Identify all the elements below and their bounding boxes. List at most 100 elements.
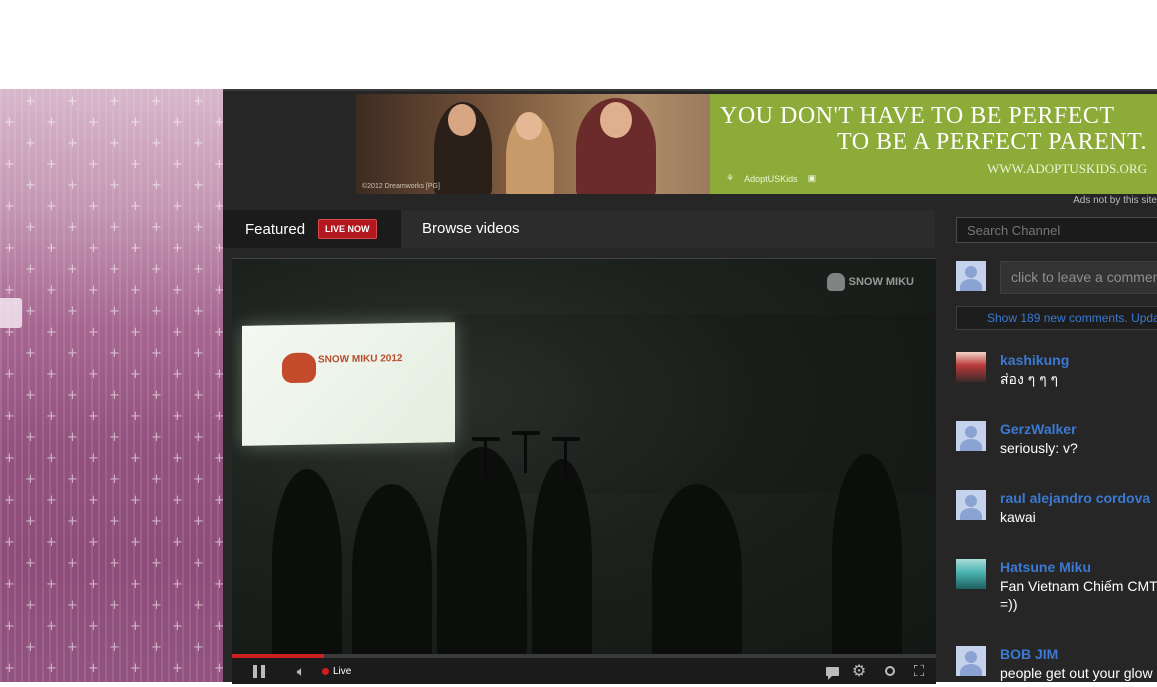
- comment-text: kawai: [1000, 509, 1036, 525]
- audience-figure: [352, 484, 432, 655]
- stage-chair: [564, 439, 567, 479]
- background-plus-pattern: +: [109, 304, 120, 319]
- comment-input[interactable]: click to leave a comment: [1000, 261, 1157, 294]
- gear-icon[interactable]: ⚙: [850, 662, 868, 680]
- live-label: Live: [333, 665, 352, 677]
- background-plus-pattern: +: [130, 157, 141, 172]
- background-plus-pattern: +: [193, 304, 204, 319]
- video-frame[interactable]: SNOW MIKU 2012 SNOW MIKU: [232, 258, 936, 655]
- ad-seal-icon: ⚘: [726, 173, 735, 183]
- audience-figure: [272, 469, 342, 655]
- background-plus-pattern: +: [214, 535, 223, 550]
- background-plus-pattern: +: [151, 220, 162, 235]
- background-plus-pattern: +: [109, 346, 120, 361]
- background-plus-pattern: +: [214, 577, 223, 592]
- background-plus-pattern: +: [193, 388, 204, 403]
- background-plus-pattern: +: [25, 262, 36, 277]
- comment-text: ส่อง ๆ ๆ ๆ: [1000, 371, 1059, 387]
- background-plus-pattern: +: [214, 241, 223, 256]
- ad-figure: [516, 112, 542, 140]
- background-plus-pattern: +: [214, 115, 223, 130]
- background-plus-pattern: +: [130, 619, 141, 634]
- background-plus-pattern: +: [193, 598, 204, 613]
- background-plus-pattern: +: [130, 325, 141, 340]
- background-plus-pattern: +: [172, 535, 183, 550]
- background-plus-pattern: +: [130, 409, 141, 424]
- background-plus-pattern: +: [88, 241, 99, 256]
- background-plus-pattern: +: [151, 136, 162, 151]
- comment-username[interactable]: GerzWalker: [1000, 421, 1077, 437]
- background-plus-pattern: +: [151, 262, 162, 277]
- background-plus-pattern: +: [88, 535, 99, 550]
- background-plus-pattern: +: [67, 262, 78, 277]
- background-plus-pattern: +: [130, 451, 141, 466]
- background-plus-pattern: +: [25, 178, 36, 193]
- avatar[interactable]: [956, 421, 986, 451]
- chat-panel: click to leave a comment Show 189 new co…: [956, 217, 1157, 687]
- background-plus-pattern: +: [172, 199, 183, 214]
- background-plus-pattern: +: [4, 115, 15, 130]
- ad-figure: [448, 104, 476, 136]
- background-plus-pattern: +: [88, 199, 99, 214]
- background-plus-pattern: +: [46, 157, 57, 172]
- avatar[interactable]: [956, 352, 986, 382]
- ads-disclaimer[interactable]: Ads not by this site: [1073, 195, 1157, 206]
- background-plus-pattern: +: [214, 325, 223, 340]
- comment-username[interactable]: Hatsune Miku: [1000, 559, 1091, 575]
- background-plus-pattern: +: [193, 220, 204, 235]
- background-plus-pattern: +: [67, 178, 78, 193]
- background-plus-pattern: +: [130, 115, 141, 130]
- chat-bubble-icon[interactable]: [823, 662, 841, 680]
- channel-background: + + + + + + + + + + + + + + + + + + + + + + + + + + + + + + + + + + + + + + + +…: [0, 89, 223, 682]
- tab-browse-videos[interactable]: Browse videos: [422, 220, 520, 237]
- player-controls: 🔈︎ Live ⚙ ⛶: [232, 658, 936, 684]
- comment-username[interactable]: kashikung: [1000, 352, 1069, 368]
- avatar[interactable]: [956, 559, 986, 589]
- comment-username[interactable]: raul alejandro cordova: [1000, 490, 1150, 506]
- search-channel-input[interactable]: [956, 217, 1157, 243]
- background-plus-pattern: +: [130, 577, 141, 592]
- background-plus-pattern: +: [172, 325, 183, 340]
- video-player[interactable]: SNOW MIKU 2012 SNOW MIKU 🔈︎ Live ⚙ ⛶: [232, 258, 936, 684]
- background-plus-pattern: +: [193, 178, 204, 193]
- background-plus-pattern: +: [151, 472, 162, 487]
- background-plus-pattern: +: [193, 514, 204, 529]
- background-plus-pattern: +: [151, 178, 162, 193]
- background-plus-pattern: +: [172, 661, 183, 676]
- background-plus-pattern: +: [46, 535, 57, 550]
- background-plus-pattern: +: [88, 577, 99, 592]
- background-plus-pattern: +: [193, 262, 204, 277]
- clock-icon[interactable]: [881, 662, 899, 680]
- volume-icon[interactable]: 🔈︎: [289, 662, 313, 680]
- side-tab-handle[interactable]: [0, 298, 22, 328]
- background-plus-pattern: +: [172, 619, 183, 634]
- background-plus-pattern: +: [109, 556, 120, 571]
- background-plus-pattern: +: [25, 304, 36, 319]
- background-plus-pattern: +: [151, 304, 162, 319]
- ad-banner[interactable]: ©2012 Dreamworks [PG] YOU DON'T HAVE TO …: [356, 94, 1157, 194]
- background-plus-pattern: +: [25, 94, 36, 109]
- avatar[interactable]: [956, 646, 986, 676]
- show-new-comments-button[interactable]: Show 189 new comments. Update: [956, 306, 1157, 330]
- background-plus-pattern: +: [151, 388, 162, 403]
- background-plus-pattern: +: [88, 157, 99, 172]
- background-plus-pattern: +: [25, 430, 36, 445]
- comment-username[interactable]: BOB JIM: [1000, 646, 1058, 662]
- audience-figure: [652, 484, 742, 655]
- background-plus-pattern: +: [151, 556, 162, 571]
- background-plus-pattern: +: [151, 94, 162, 109]
- background-plus-pattern: +: [193, 472, 204, 487]
- fullscreen-icon[interactable]: ⛶: [907, 662, 931, 680]
- top-blank-area: [0, 0, 1157, 89]
- screen-title: SNOW MIKU 2012: [318, 353, 403, 366]
- pause-icon[interactable]: [250, 662, 268, 680]
- background-plus-pattern: +: [67, 346, 78, 361]
- tab-featured[interactable]: Featured LIVE NOW: [223, 210, 401, 248]
- ad-figure: [600, 102, 632, 138]
- live-dot-icon: [322, 667, 329, 675]
- ad-council-icon: ▣: [807, 173, 817, 183]
- background-plus-pattern: +: [67, 220, 78, 235]
- live-now-badge: LIVE NOW: [318, 219, 377, 239]
- avatar[interactable]: [956, 490, 986, 520]
- background-plus-pattern: +: [4, 493, 15, 508]
